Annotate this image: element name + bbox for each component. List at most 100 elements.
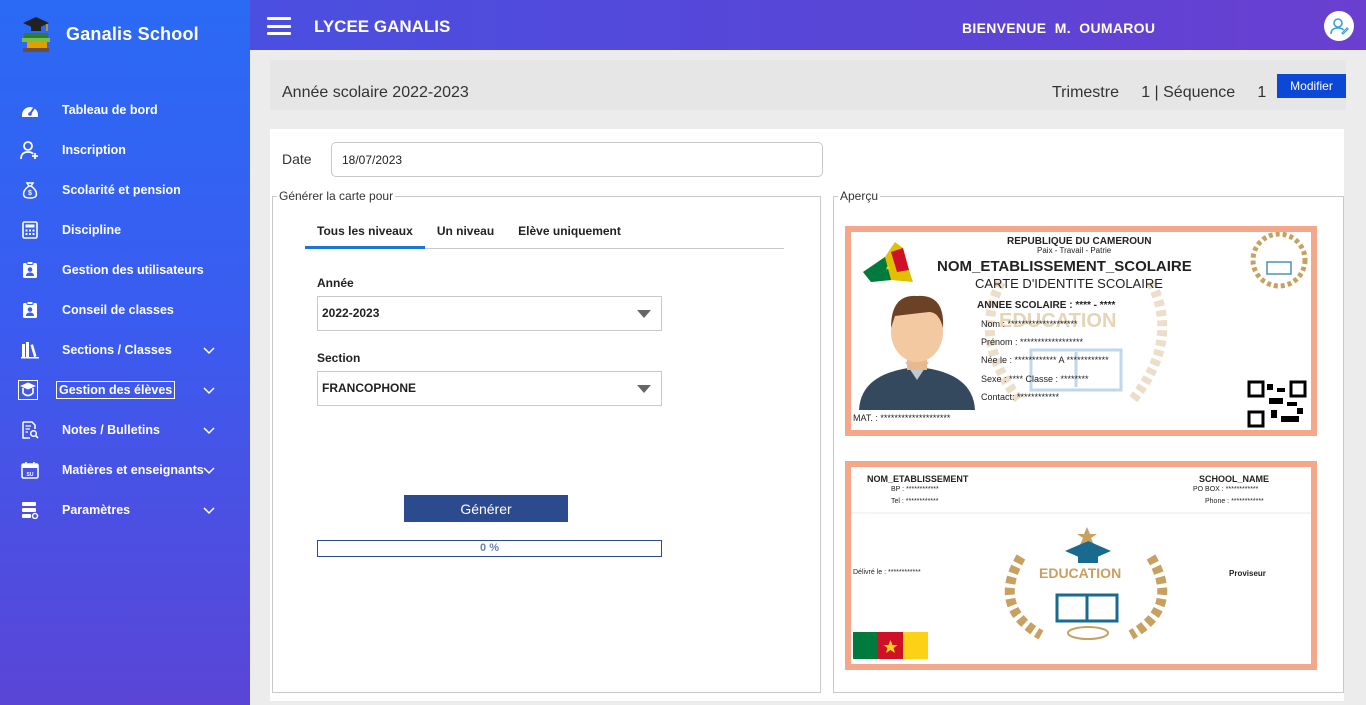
card-motto: Paix - Travail - Patrie xyxy=(1037,246,1112,255)
card-school-name: NOM_ETABLISSEMENT_SCOLAIRE xyxy=(937,258,1192,275)
preview-legend: Aperçu xyxy=(840,189,879,203)
section-select[interactable]: FRANCOPHONE xyxy=(317,371,662,406)
main-content: Année scolaire 2022-2023 Trimestre 1 | S… xyxy=(250,50,1366,705)
clipboard-user-icon xyxy=(20,300,40,320)
sidebar-item-label: Paramètres xyxy=(62,503,131,517)
generate-fieldset: Générer la carte pour xyxy=(272,189,821,693)
sidebar-menu: Tableau de bord Inscription $ Scolarité … xyxy=(0,90,250,530)
card-birth: Née le : ************ A ************ xyxy=(981,355,1109,365)
sidebar-item-discipline[interactable]: Discipline xyxy=(0,210,250,250)
chevron-down-icon xyxy=(203,467,215,475)
education-emblem-icon xyxy=(1250,232,1308,289)
caret-down-icon xyxy=(637,385,651,393)
report-search-icon xyxy=(20,420,40,440)
student-photo-placeholder xyxy=(857,292,977,412)
term-sequence-label: Trimestre 1 | Séquence 1 xyxy=(1052,84,1267,101)
sidebar-item-label: Discipline xyxy=(62,223,122,237)
welcome-text: BIENVENUE M. OUMAROU xyxy=(962,20,1156,36)
card-nom: Nom : ******************** xyxy=(981,319,1078,329)
date-field[interactable] xyxy=(331,142,823,177)
card-back-phone: Phone : ************ xyxy=(1205,498,1264,505)
date-label: Date xyxy=(282,151,312,167)
dashboard-icon xyxy=(20,100,40,120)
year-select[interactable]: 2022-2023 xyxy=(317,296,662,331)
card-title: CARTE D'IDENTITE SCOLAIRE xyxy=(975,276,1163,291)
year-select-label: Année xyxy=(317,276,354,290)
tab-all-levels[interactable]: Tous les niveaux xyxy=(305,219,425,249)
sidebar-item-label: Inscription xyxy=(62,143,126,157)
card-prenom: Prénom : ****************** xyxy=(981,337,1084,347)
generate-button[interactable]: Générer xyxy=(404,495,568,522)
sidebar-item-tableau-de-bord[interactable]: Tableau de bord xyxy=(0,90,250,130)
chevron-down-icon xyxy=(203,507,215,515)
section-select-label: Section xyxy=(317,351,361,365)
menu-toggle-icon[interactable] xyxy=(267,17,291,35)
qr-code-icon xyxy=(1247,380,1307,428)
sidebar-item-label: Gestion des élèves xyxy=(56,381,176,399)
card-contact: Contact: ************ xyxy=(981,392,1060,402)
level-tabs: Tous les niveaux Un niveau Elève uniquem… xyxy=(305,219,784,249)
school-title: LYCEE GANALIS xyxy=(314,17,451,36)
sidebar-item-sections-classes[interactable]: Sections / Classes xyxy=(0,330,250,370)
sidebar-item-label: Conseil de classes xyxy=(62,303,174,317)
school-year-label: Année scolaire 2022-2023 xyxy=(282,84,469,101)
chevron-down-icon xyxy=(203,427,215,435)
user-add-icon xyxy=(20,140,40,160)
svg-text:SU: SU xyxy=(27,472,34,478)
generate-legend: Générer la carte pour xyxy=(279,189,394,203)
section-select-value: FRANCOPHONE xyxy=(322,381,417,395)
calendar-icon: SU xyxy=(20,460,40,480)
tab-one-level[interactable]: Un niveau xyxy=(425,219,506,249)
card-back-school-right: SCHOOL_NAME xyxy=(1199,474,1270,484)
sidebar-item-label: Sections / Classes xyxy=(62,343,172,357)
card-back-pobox: PO BOX : ************ xyxy=(1193,486,1259,493)
card-back-school-left: NOM_ETABLISSEMENT xyxy=(867,474,969,484)
sidebar-item-scolarite[interactable]: $ Scolarité et pension xyxy=(0,170,250,210)
id-card-back: NOM_ETABLISSEMENT SCHOOL_NAME BP : *****… xyxy=(845,461,1317,670)
svg-text:$: $ xyxy=(28,190,32,197)
clipboard-user-icon xyxy=(20,260,40,280)
card-matricule: MAT. : ******************** xyxy=(853,413,951,423)
student-icon xyxy=(18,380,38,400)
calculator-icon xyxy=(20,220,40,240)
school-year-bar: Année scolaire 2022-2023 Trimestre 1 | S… xyxy=(270,60,1346,110)
sidebar-item-conseil-classes[interactable]: Conseil de classes xyxy=(0,290,250,330)
sidebar-item-notes-bulletins[interactable]: Notes / Bulletins xyxy=(0,410,250,450)
card-back-delivered: Délivré le : ************ xyxy=(853,569,921,576)
topbar: LYCEE GANALIS BIENVENUE M. OUMAROU xyxy=(250,0,1366,50)
chevron-down-icon xyxy=(203,347,215,355)
card-generation-panel: Date Générer la carte pour Tous les nive… xyxy=(270,129,1344,701)
cameroon-flag-icon xyxy=(853,632,928,659)
sidebar-item-gestion-eleves[interactable]: Gestion des élèves xyxy=(0,370,250,410)
money-bag-icon: $ xyxy=(20,180,40,200)
cameroon-map-icon xyxy=(863,242,913,282)
sidebar-item-label: Gestion des utilisateurs xyxy=(62,263,204,277)
card-back-tel: Tel : ************ xyxy=(891,498,939,505)
school-logo-icon xyxy=(22,17,50,52)
sidebar-item-parametres[interactable]: Paramètres xyxy=(0,490,250,530)
user-avatar-icon[interactable] xyxy=(1324,11,1354,41)
settings-stack-icon xyxy=(20,500,40,520)
sidebar-item-label: Notes / Bulletins xyxy=(62,423,160,437)
sidebar-item-matieres-enseignants[interactable]: SU Matières et enseignants xyxy=(0,450,250,490)
sidebar-item-label: Tableau de bord xyxy=(62,103,158,117)
year-select-value: 2022-2023 xyxy=(322,306,380,320)
sidebar-item-label: Scolarité et pension xyxy=(62,183,181,197)
sidebar-item-label: Matières et enseignants xyxy=(62,463,204,477)
id-card-front: REPUBLIQUE DU CAMEROUN Paix - Travail - … xyxy=(845,226,1317,436)
card-sexe-classe: Sexe : **** Classe : ******** xyxy=(981,374,1089,384)
tab-single-student[interactable]: Elève uniquement xyxy=(506,219,633,249)
card-back-proviseur: Proviseur xyxy=(1229,569,1266,578)
sidebar-item-inscription[interactable]: Inscription xyxy=(0,130,250,170)
sidebar-item-gestion-utilisateurs[interactable]: Gestion des utilisateurs xyxy=(0,250,250,290)
brand[interactable]: Ganalis School xyxy=(18,14,199,54)
chevron-down-icon xyxy=(203,387,215,395)
progress-bar: 0 % xyxy=(317,540,662,557)
books-icon xyxy=(20,340,40,360)
card-back-bp: BP : ************ xyxy=(891,486,939,493)
brand-name: Ganalis School xyxy=(66,23,199,44)
sidebar: Ganalis School Tableau de bord Inscripti… xyxy=(0,0,250,705)
card-back-emblem-text: EDUCATION xyxy=(1039,565,1122,581)
education-emblem-icon xyxy=(1004,527,1168,640)
modify-button[interactable]: Modifier xyxy=(1277,74,1346,98)
